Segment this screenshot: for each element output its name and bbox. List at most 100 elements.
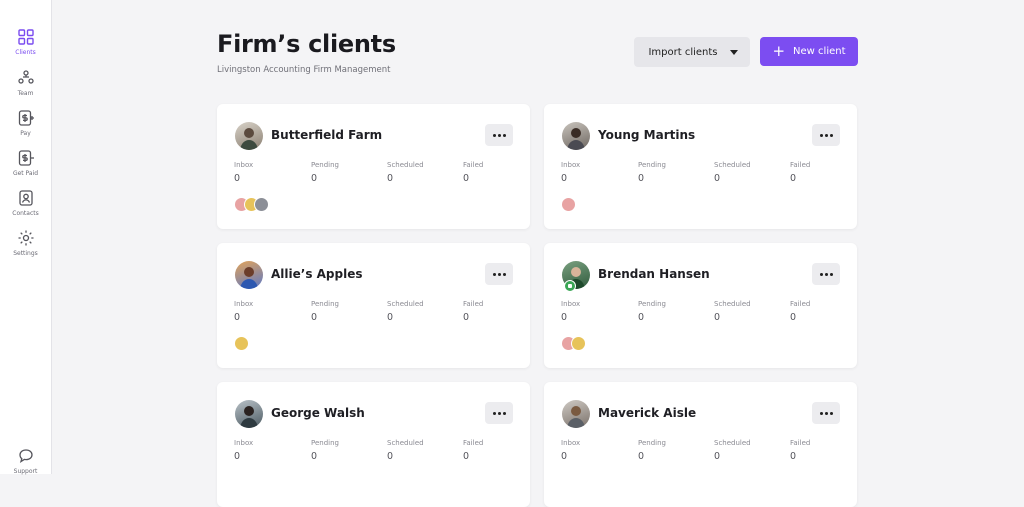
client-card[interactable]: Young Martins Inbox Pending Scheduled Fa…: [544, 104, 857, 229]
stat-label-scheduled: Scheduled: [714, 439, 751, 447]
stat-label-pending: Pending: [638, 161, 666, 169]
avatar: [571, 336, 586, 351]
stat-value-scheduled: 0: [387, 173, 394, 184]
stat-label-failed: Failed: [463, 161, 484, 169]
plus-icon: +: [772, 42, 786, 60]
stat-value-inbox: 0: [561, 451, 568, 462]
sidebar-item-get-paid[interactable]: Get Paid: [0, 149, 51, 177]
stat-label-scheduled: Scheduled: [387, 439, 424, 447]
client-card[interactable]: George Walsh Inbox Pending Scheduled Fai…: [217, 382, 530, 507]
page-subtitle: Livingston Accounting Firm Management: [217, 65, 391, 75]
sidebar-item-contacts[interactable]: Contacts: [0, 189, 51, 217]
more-options-button[interactable]: [485, 263, 513, 285]
stat-value-inbox: 0: [234, 312, 241, 323]
stat-label-scheduled: Scheduled: [714, 161, 751, 169]
sidebar-item-label: Settings: [13, 250, 38, 257]
ellipsis-icon: [819, 133, 823, 137]
stat-value-pending: 0: [638, 312, 645, 323]
sidebar-item-pay[interactable]: Pay: [0, 109, 51, 137]
stat-value-pending: 0: [638, 173, 645, 184]
sidebar-item-label: Pay: [20, 130, 31, 137]
more-options-button[interactable]: [812, 124, 840, 146]
ellipsis-icon: [492, 411, 496, 415]
avatar: [235, 122, 263, 150]
new-client-button[interactable]: + New client: [760, 37, 858, 66]
sidebar-item-team[interactable]: Team: [0, 69, 51, 97]
status-badge: [564, 280, 576, 292]
stat-value-scheduled: 0: [387, 312, 394, 323]
page-title: Firm’s clients: [217, 30, 396, 58]
stat-label-failed: Failed: [790, 439, 811, 447]
client-name: Maverick Aisle: [598, 406, 697, 420]
stat-label-scheduled: Scheduled: [714, 300, 751, 308]
avatar: [562, 400, 590, 428]
get-paid-icon: [18, 150, 34, 166]
contacts-icon: [18, 190, 33, 206]
ellipsis-icon: [819, 272, 823, 276]
stat-value-inbox: 0: [234, 173, 241, 184]
pay-icon: [18, 110, 34, 126]
client-card[interactable]: Brendan Hansen Inbox Pending Scheduled F…: [544, 243, 857, 368]
import-clients-button[interactable]: Import clients: [634, 37, 750, 67]
client-card[interactable]: Butterfield Farm Inbox Pending Scheduled…: [217, 104, 530, 229]
stat-value-failed: 0: [790, 451, 797, 462]
sidebar-item-label: Team: [17, 90, 34, 97]
chevron-down-icon: [729, 49, 738, 55]
client-card[interactable]: Maverick Aisle Inbox Pending Scheduled F…: [544, 382, 857, 507]
stat-label-pending: Pending: [311, 161, 339, 169]
sidebar: Clients Team Pay Get Paid Contacts Setti…: [0, 0, 52, 475]
stat-value-scheduled: 0: [387, 451, 394, 462]
stat-value-pending: 0: [311, 173, 318, 184]
more-options-button[interactable]: [812, 402, 840, 424]
more-options-button[interactable]: [485, 402, 513, 424]
gear-icon: [18, 230, 33, 246]
support-button[interactable]: Support: [0, 447, 51, 475]
more-options-button[interactable]: [812, 263, 840, 285]
stat-value-pending: 0: [311, 451, 318, 462]
stat-value-inbox: 0: [561, 312, 568, 323]
stat-label-inbox: Inbox: [234, 439, 254, 447]
grid-icon: [17, 29, 34, 45]
client-name: George Walsh: [271, 406, 365, 420]
stat-value-inbox: 0: [234, 451, 241, 462]
stat-value-scheduled: 0: [714, 173, 721, 184]
avatar: [235, 261, 263, 289]
chat-bubble-icon: [18, 449, 33, 463]
stat-label-scheduled: Scheduled: [387, 300, 424, 308]
client-card[interactable]: Allie’s Apples Inbox Pending Scheduled F…: [217, 243, 530, 368]
stat-value-failed: 0: [790, 173, 797, 184]
ellipsis-icon: [819, 411, 823, 415]
stat-value-failed: 0: [463, 312, 470, 323]
stat-label-failed: Failed: [463, 439, 484, 447]
sidebar-item-label: Get Paid: [12, 170, 39, 177]
stat-label-inbox: Inbox: [234, 300, 254, 308]
sidebar-item-label: Contacts: [12, 210, 39, 217]
more-options-button[interactable]: [485, 124, 513, 146]
stat-value-scheduled: 0: [714, 312, 721, 323]
stat-label-inbox: Inbox: [561, 161, 581, 169]
stat-label-pending: Pending: [311, 300, 339, 308]
stat-label-inbox: Inbox: [561, 300, 581, 308]
client-name: Young Martins: [598, 128, 696, 142]
stat-label-inbox: Inbox: [561, 439, 581, 447]
ellipsis-icon: [492, 133, 496, 137]
sidebar-item-label: Clients: [15, 49, 36, 56]
ellipsis-icon: [492, 272, 496, 276]
stat-label-pending: Pending: [311, 439, 339, 447]
stat-label-failed: Failed: [790, 161, 811, 169]
stat-value-failed: 0: [463, 173, 470, 184]
stat-label-scheduled: Scheduled: [387, 161, 424, 169]
new-client-label: New client: [793, 46, 846, 57]
stat-value-scheduled: 0: [714, 451, 721, 462]
sidebar-item-settings[interactable]: Settings: [0, 229, 51, 257]
sidebar-item-clients[interactable]: Clients: [0, 28, 51, 56]
import-clients-label: Import clients: [648, 46, 718, 58]
client-name: Butterfield Farm: [271, 128, 383, 142]
client-name: Allie’s Apples: [271, 267, 363, 281]
avatar: [234, 336, 249, 351]
stat-value-pending: 0: [311, 312, 318, 323]
team-icon: [17, 70, 34, 84]
stat-value-pending: 0: [638, 451, 645, 462]
avatar: [235, 400, 263, 428]
stat-label-pending: Pending: [638, 300, 666, 308]
